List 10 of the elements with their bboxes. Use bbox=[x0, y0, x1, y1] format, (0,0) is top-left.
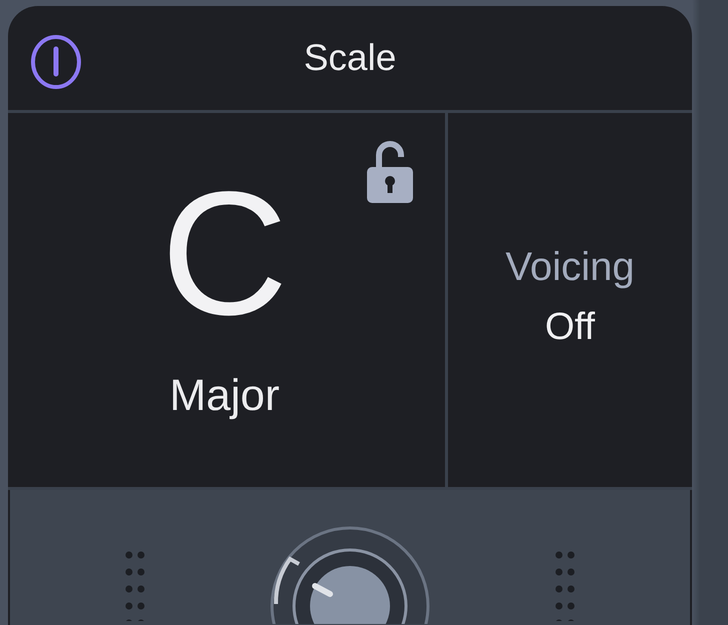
voicing-label: Voicing bbox=[506, 245, 634, 290]
key-note[interactable]: C bbox=[160, 179, 288, 329]
scale-type[interactable]: Major bbox=[169, 371, 280, 421]
padlock-icon[interactable] bbox=[365, 141, 415, 205]
voicing-value[interactable]: Off bbox=[545, 306, 595, 349]
grip-icon[interactable] bbox=[555, 551, 575, 621]
power-icon[interactable] bbox=[30, 34, 82, 90]
grip-icon[interactable] bbox=[125, 551, 145, 621]
knob-drawing[interactable] bbox=[268, 524, 432, 624]
panel-title: Scale bbox=[304, 37, 396, 79]
